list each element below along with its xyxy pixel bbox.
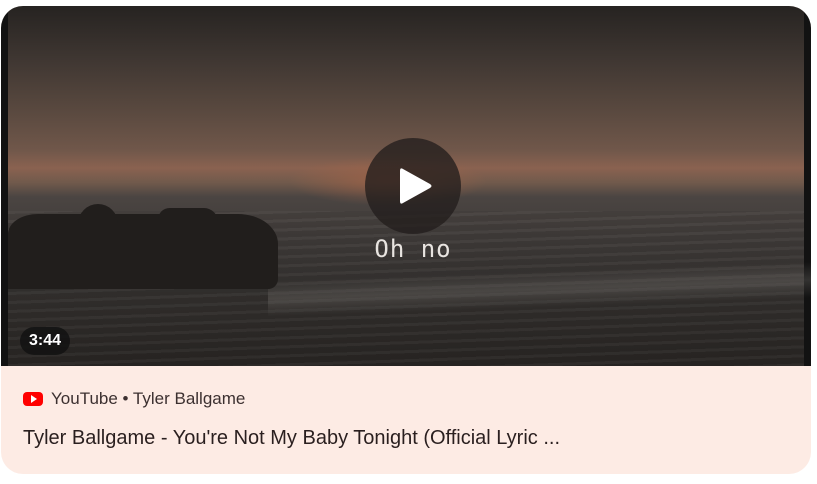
video-result-card[interactable]: Oh no 3:44 YouTube • Tyler Ballgame Tyle… [1,6,811,474]
source-name: YouTube [51,389,118,408]
play-button[interactable] [365,138,461,234]
channel-name[interactable]: Tyler Ballgame [133,389,245,408]
play-icon [400,168,432,204]
lyric-overlay-text: Oh no [374,235,452,263]
video-thumbnail[interactable]: Oh no 3:44 [1,6,811,366]
video-source-line: YouTube • Tyler Ballgame [23,388,245,410]
duration-badge: 3:44 [20,327,71,355]
video-title-link[interactable]: Tyler Ballgame - You're Not My Baby Toni… [23,427,783,450]
youtube-icon [23,392,43,406]
separator-dot: • [122,389,129,408]
